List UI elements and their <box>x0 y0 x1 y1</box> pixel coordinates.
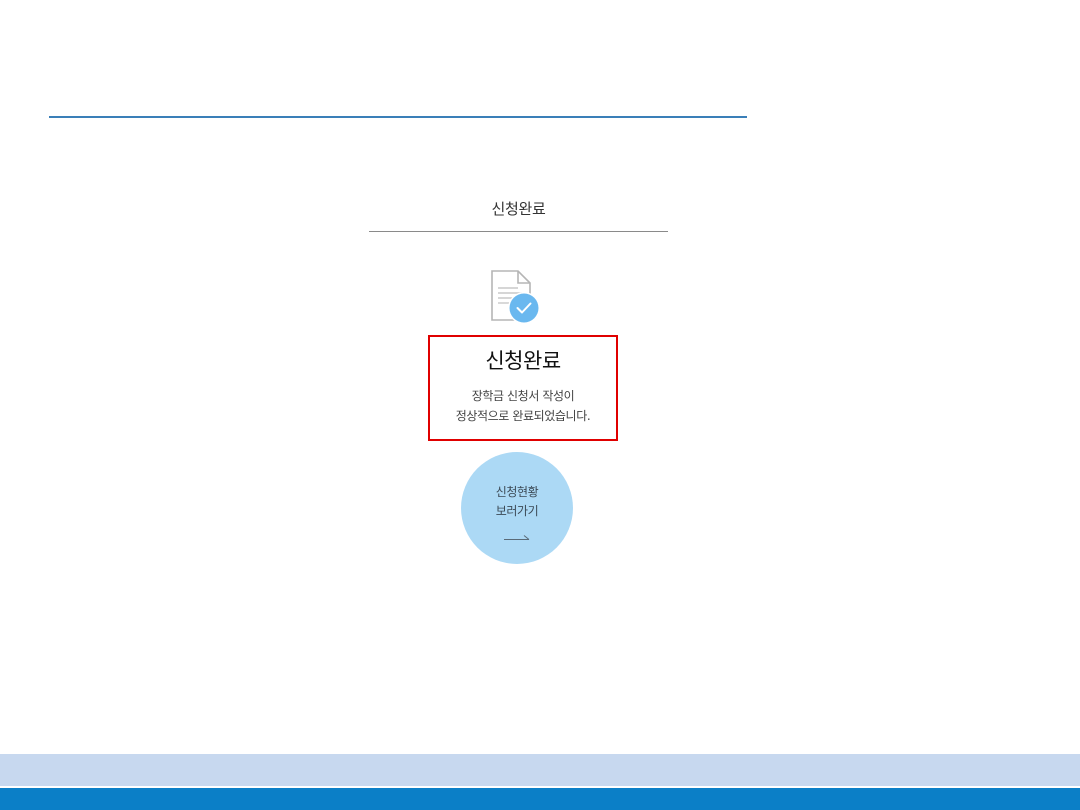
status-button-label-line: 신청현황 <box>495 485 539 499</box>
document-check-icon <box>488 268 546 328</box>
header-divider <box>49 116 747 118</box>
completion-message-box: 신청완료 장학금 신청서 작성이 정상적으로 완료되었습니다. <box>428 335 618 441</box>
view-application-status-button[interactable]: 신청현황 보러가기 <box>461 452 573 564</box>
footer-band-dark <box>0 788 1080 810</box>
step-title-divider <box>369 231 668 232</box>
status-button-label: 신청현황 보러가기 <box>461 483 573 521</box>
status-button-label-line: 보러가기 <box>495 504 539 518</box>
completion-title: 신청완료 <box>485 349 561 373</box>
completion-message: 장학금 신청서 작성이 정상적으로 완료되었습니다. <box>430 386 616 426</box>
completion-message-line: 정상적으로 완료되었습니다. <box>455 409 591 423</box>
footer-band-light <box>0 754 1080 786</box>
completion-message-line: 장학금 신청서 작성이 <box>471 389 575 403</box>
arrow-right-icon <box>503 528 531 540</box>
step-title: 신청완료 <box>491 200 546 218</box>
